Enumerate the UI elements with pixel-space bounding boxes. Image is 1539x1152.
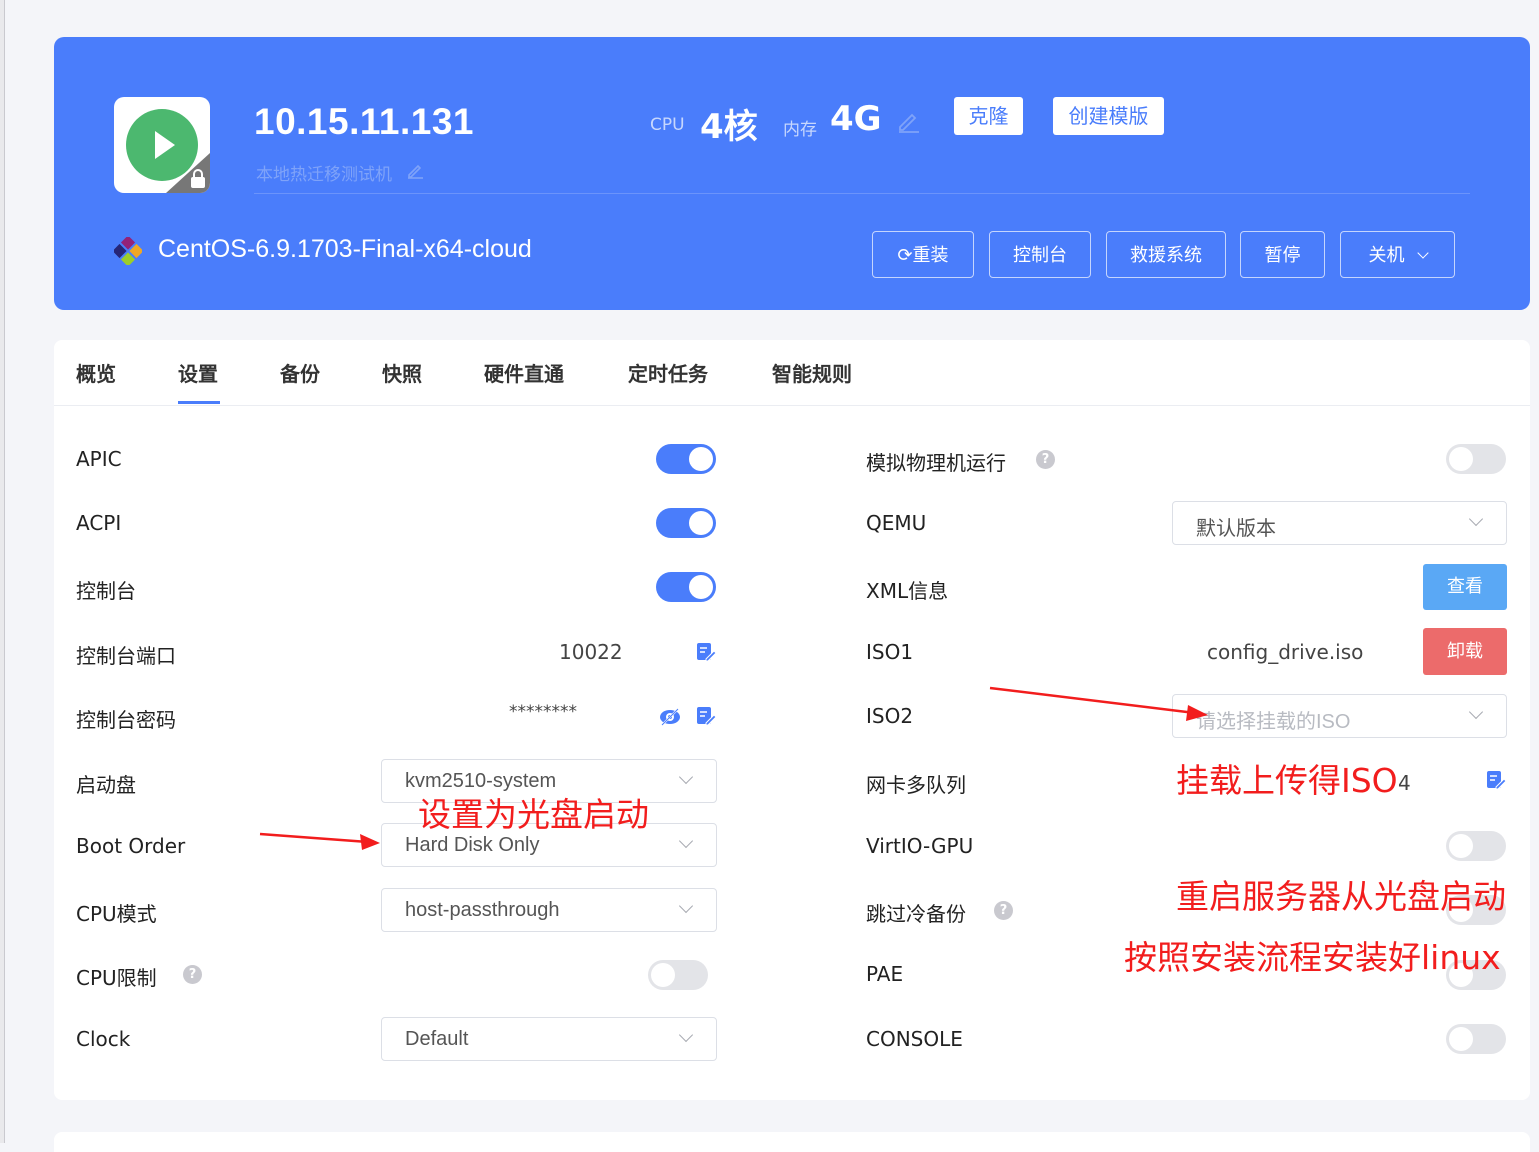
boot-order-value: Hard Disk Only <box>405 834 540 856</box>
tab-smart-rules[interactable]: 智能规则 <box>772 358 852 387</box>
skip-cold-backup-help-icon[interactable]: ? <box>994 901 1013 920</box>
console-label: 控制台 <box>76 579 136 603</box>
chevron-down-icon <box>678 833 694 849</box>
annotation-mount-iso: 挂载上传得ISO <box>1176 761 1398 800</box>
cpu-mode-label: CPU模式 <box>76 902 157 926</box>
pae-label: PAE <box>866 962 904 986</box>
apic-switch[interactable] <box>656 444 716 474</box>
boot-order-label: Boot Order <box>76 834 186 858</box>
edit-password-icon[interactable] <box>696 706 716 726</box>
chevron-down-icon <box>678 769 694 785</box>
iso2-placeholder: 请选择挂载的ISO <box>1196 711 1351 733</box>
cpu-limit-switch[interactable] <box>648 960 708 990</box>
annotation-reboot: 重启服务器从光盘启动 <box>1176 877 1506 916</box>
edit-spec-icon[interactable] <box>896 109 920 133</box>
virtio-gpu-switch[interactable] <box>1446 831 1506 861</box>
qemu-value: 默认版本 <box>1196 518 1276 540</box>
create-template-button[interactable]: 创建模版 <box>1053 97 1164 135</box>
iso2-select[interactable]: 请选择挂载的ISO <box>1172 694 1507 738</box>
vm-ip: 10.15.11.131 <box>254 101 474 142</box>
chevron-down-icon <box>678 1027 694 1043</box>
window-edge <box>0 0 5 1143</box>
skip-cold-backup-label: 跳过冷备份 <box>866 902 966 926</box>
iso2-label: ISO2 <box>866 704 914 728</box>
acpi-label: ACPI <box>76 511 122 535</box>
header-divider <box>254 193 1470 194</box>
active-tab-indicator <box>178 401 220 404</box>
eye-hidden-icon[interactable] <box>659 707 681 727</box>
clock-label: Clock <box>76 1027 131 1051</box>
chevron-down-icon <box>1468 511 1484 527</box>
os-name: CentOS-6.9.1703-Final-x64-cloud <box>158 235 532 263</box>
chevron-down-icon <box>678 898 694 914</box>
view-xml-button[interactable]: 查看 <box>1423 564 1507 610</box>
cpu-mode-select[interactable]: host-passthrough <box>381 888 717 932</box>
iso1-label: ISO1 <box>866 640 914 664</box>
cpu-label: CPU <box>650 115 685 135</box>
vm-header-card: 10.15.11.131 本地热迁移测试机 CPU 4核 内存 4G 克隆 创建… <box>54 37 1530 310</box>
console-password-label: 控制台密码 <box>76 708 176 732</box>
iso1-value: config_drive.iso <box>1207 640 1364 664</box>
nic-multiqueue-value: 4 <box>1398 771 1411 795</box>
qemu-select[interactable]: 默认版本 <box>1172 501 1507 545</box>
annotation-boot-from-cd: 设置为光盘启动 <box>418 795 649 834</box>
cpu-value: 4核 <box>700 107 758 147</box>
cpu-mode-value: host-passthrough <box>405 899 560 921</box>
play-icon <box>126 109 198 181</box>
pause-button[interactable]: 暂停 <box>1240 231 1325 278</box>
console-switch[interactable] <box>656 572 716 602</box>
reinstall-label: 重装 <box>912 245 949 266</box>
edit-description-icon[interactable] <box>406 161 424 179</box>
unmount-iso-button[interactable]: 卸载 <box>1423 628 1507 675</box>
chevron-down-icon <box>1416 247 1429 259</box>
vm-description: 本地热迁移测试机 <box>256 165 392 185</box>
shutdown-label: 关机 <box>1368 245 1405 266</box>
mem-label: 内存 <box>783 120 817 140</box>
console-port-label: 控制台端口 <box>76 644 176 668</box>
centos-logo-icon <box>114 237 142 265</box>
shutdown-dropdown[interactable]: 关机 <box>1340 231 1455 278</box>
clock-select[interactable]: Default <box>381 1017 717 1061</box>
cpu-limit-label: CPU限制 <box>76 966 157 990</box>
next-card-edge <box>54 1132 1530 1152</box>
edit-port-icon[interactable] <box>696 642 716 662</box>
boot-disk-label: 启动盘 <box>76 773 136 797</box>
clock-value: Default <box>405 1028 469 1050</box>
simulate-physical-switch[interactable] <box>1446 444 1506 474</box>
edit-multiqueue-icon[interactable] <box>1486 770 1506 790</box>
qemu-label: QEMU <box>866 511 927 535</box>
xml-info-label: XML信息 <box>866 579 949 603</box>
vm-status-icon[interactable] <box>114 97 210 193</box>
refresh-icon: ⟳ <box>897 245 913 266</box>
cpu-limit-help-icon[interactable]: ? <box>183 965 202 984</box>
tab-overview[interactable]: 概览 <box>76 358 116 387</box>
console-port-value: 10022 <box>559 640 623 664</box>
tab-settings[interactable]: 设置 <box>178 358 218 387</box>
reinstall-button[interactable]: ⟳重装 <box>872 231 974 278</box>
chevron-down-icon <box>1468 704 1484 720</box>
console-uppercase-switch[interactable] <box>1446 1024 1506 1054</box>
tab-scheduled-tasks[interactable]: 定时任务 <box>628 358 708 387</box>
mem-value: 4G <box>830 99 882 139</box>
console-button[interactable]: 控制台 <box>989 231 1091 278</box>
settings-card: 概览 设置 备份 快照 硬件直通 定时任务 智能规则 APIC ACPI 控制台… <box>54 340 1530 1100</box>
simulate-physical-label: 模拟物理机运行 <box>866 451 1006 475</box>
console-password-value: ******** <box>509 702 577 722</box>
tab-bar: 概览 设置 备份 快照 硬件直通 定时任务 智能规则 <box>54 340 1530 406</box>
tab-hardware-passthrough[interactable]: 硬件直通 <box>484 358 564 387</box>
console-uppercase-label: CONSOLE <box>866 1027 963 1051</box>
apic-label: APIC <box>76 447 122 471</box>
lock-icon <box>191 169 205 188</box>
acpi-switch[interactable] <box>656 508 716 538</box>
rescue-button[interactable]: 救援系统 <box>1106 231 1226 278</box>
nic-multiqueue-label: 网卡多队列 <box>866 773 966 797</box>
simulate-physical-help-icon[interactable]: ? <box>1036 450 1055 469</box>
tab-snapshot[interactable]: 快照 <box>382 358 422 387</box>
clone-button[interactable]: 克隆 <box>954 97 1023 135</box>
virtio-gpu-label: VirtIO-GPU <box>866 834 974 858</box>
tab-backup[interactable]: 备份 <box>280 358 320 387</box>
annotation-install: 按照安装流程安装好linux <box>1124 938 1501 977</box>
